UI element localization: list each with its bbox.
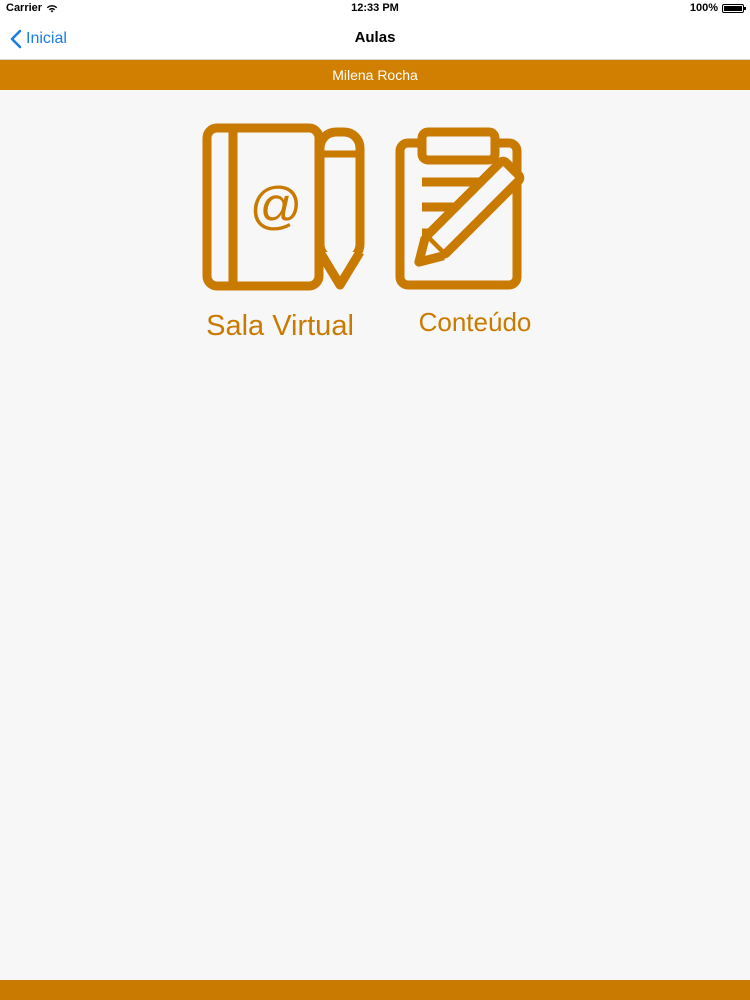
conteudo-tile[interactable]: Conteúdo (390, 125, 560, 345)
address-book-pencil-icon: @ (202, 123, 365, 291)
status-time: 12:33 PM (351, 2, 399, 14)
user-name-bar: Milena Rocha (0, 60, 750, 90)
page-title: Aulas (354, 29, 396, 46)
sala-virtual-label: Sala Virtual (206, 310, 354, 342)
battery-percent: 100% (689, 2, 718, 14)
bottom-bar (0, 980, 750, 1000)
status-right: 100% (689, 2, 746, 14)
navigation-bar: Inicial Aulas (0, 18, 750, 60)
status-bar: Carrier 12:33 PM 100% (0, 0, 750, 18)
sala-virtual-tile[interactable]: @ Sala Virtual (190, 120, 370, 350)
clipboard-pencil-icon (395, 127, 525, 290)
conteudo-label: Conteúdo (418, 307, 532, 337)
svg-text:@: @ (250, 177, 303, 235)
battery-icon (722, 3, 746, 13)
user-name: Milena Rocha (332, 67, 418, 83)
